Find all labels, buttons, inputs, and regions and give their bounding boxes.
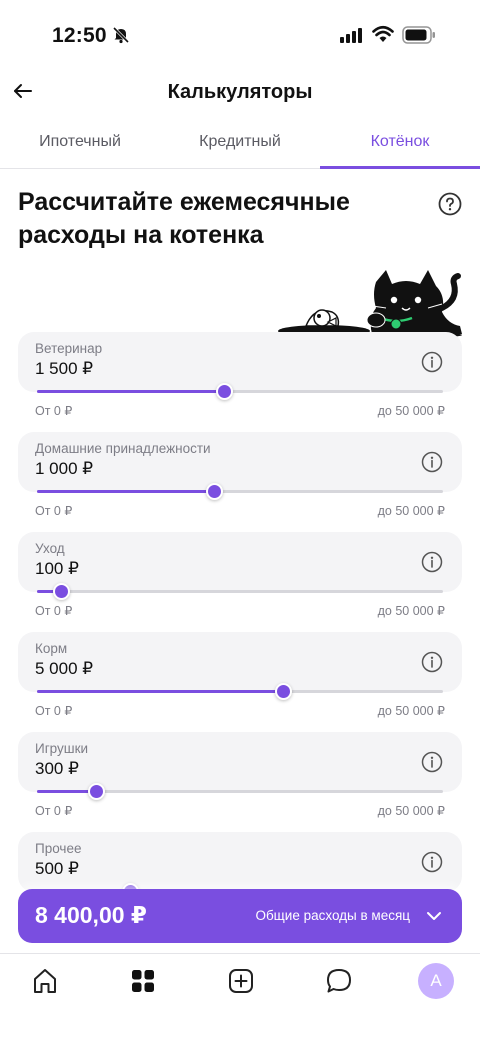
bell-muted-icon — [112, 26, 130, 44]
expense-value[interactable]: 100 ₽ — [35, 559, 79, 579]
calculator-tabs: Ипотечный Кредитный Котёнок — [0, 122, 480, 169]
tab-kitten[interactable]: Котёнок — [320, 122, 480, 169]
active-tab-indicator — [320, 166, 480, 169]
total-amount: 8 400,00 ₽ — [35, 902, 147, 928]
info-icon[interactable] — [421, 351, 443, 373]
status-time: 12:50 — [52, 24, 107, 47]
tab-mortgage[interactable]: Ипотечный — [0, 122, 160, 169]
expense-label: Уход — [35, 541, 65, 556]
help-icon[interactable] — [438, 192, 462, 216]
expense-slider[interactable] — [37, 382, 443, 402]
slider-thumb[interactable] — [88, 783, 105, 800]
expense-slider[interactable] — [37, 582, 443, 602]
slider-thumb[interactable] — [53, 583, 70, 600]
range-min-label: От 0 ₽ — [35, 604, 73, 618]
slider-fill — [37, 490, 214, 493]
range-max-label: до 50 000 ₽ — [377, 404, 445, 418]
slider-thumb[interactable] — [216, 383, 233, 400]
range-min-label: От 0 ₽ — [35, 804, 73, 818]
range-min-label: От 0 ₽ — [35, 404, 73, 418]
chat-icon[interactable] — [324, 966, 354, 996]
info-icon[interactable] — [421, 551, 443, 573]
expense-label: Домашние принадлежности — [35, 441, 211, 456]
slider-thumb[interactable] — [275, 683, 292, 700]
chevron-down-icon — [427, 912, 441, 920]
avatar[interactable]: A — [418, 963, 454, 999]
cat-fish-illustration — [278, 270, 462, 338]
expense-slider[interactable] — [37, 782, 443, 802]
expense-label: Прочее — [35, 841, 82, 856]
range-min-label: От 0 ₽ — [35, 504, 73, 518]
status-bar: 12:50 — [0, 0, 480, 70]
slider-fill — [37, 690, 283, 693]
range-max-label: до 50 000 ₽ — [377, 704, 445, 718]
expense-label: Корм — [35, 641, 68, 656]
expense-value[interactable]: 1 000 ₽ — [35, 459, 93, 479]
signal-icon — [340, 28, 362, 43]
expense-label: Игрушки — [35, 741, 89, 756]
hero-title: Рассчитайте ежемесячные расходы на котен… — [18, 188, 350, 249]
expense-value[interactable]: 500 ₽ — [35, 859, 79, 879]
expense-value[interactable]: 1 500 ₽ — [35, 359, 93, 379]
add-icon[interactable] — [226, 966, 256, 996]
total-label: Общие расходы в месяц — [255, 908, 410, 923]
expense-value[interactable]: 300 ₽ — [35, 759, 79, 779]
wifi-icon — [372, 25, 394, 42]
slider-fill — [37, 390, 224, 393]
page-title: Калькуляторы — [167, 81, 313, 103]
info-icon[interactable] — [421, 851, 443, 873]
battery-icon — [402, 26, 435, 44]
expense-slider[interactable] — [37, 682, 443, 702]
slider-thumb[interactable] — [206, 483, 223, 500]
expense-value[interactable]: 5 000 ₽ — [35, 659, 93, 679]
grid-icon[interactable] — [128, 966, 158, 996]
range-max-label: до 50 000 ₽ — [377, 804, 445, 818]
expense-slider[interactable] — [37, 482, 443, 502]
info-icon[interactable] — [421, 451, 443, 473]
total-summary-button[interactable]: 8 400,00 ₽ Общие расходы в месяц — [18, 889, 462, 943]
info-icon[interactable] — [421, 751, 443, 773]
home-icon[interactable] — [30, 966, 60, 996]
range-max-label: до 50 000 ₽ — [377, 604, 445, 618]
app-header: Калькуляторы — [0, 70, 480, 116]
tab-credit[interactable]: Кредитный — [160, 122, 320, 169]
slider-track — [37, 590, 443, 593]
expense-label: Ветеринар — [35, 341, 103, 356]
info-icon[interactable] — [421, 651, 443, 673]
range-min-label: От 0 ₽ — [35, 704, 73, 718]
range-max-label: до 50 000 ₽ — [377, 504, 445, 518]
home-indicator — [172, 1030, 308, 1035]
